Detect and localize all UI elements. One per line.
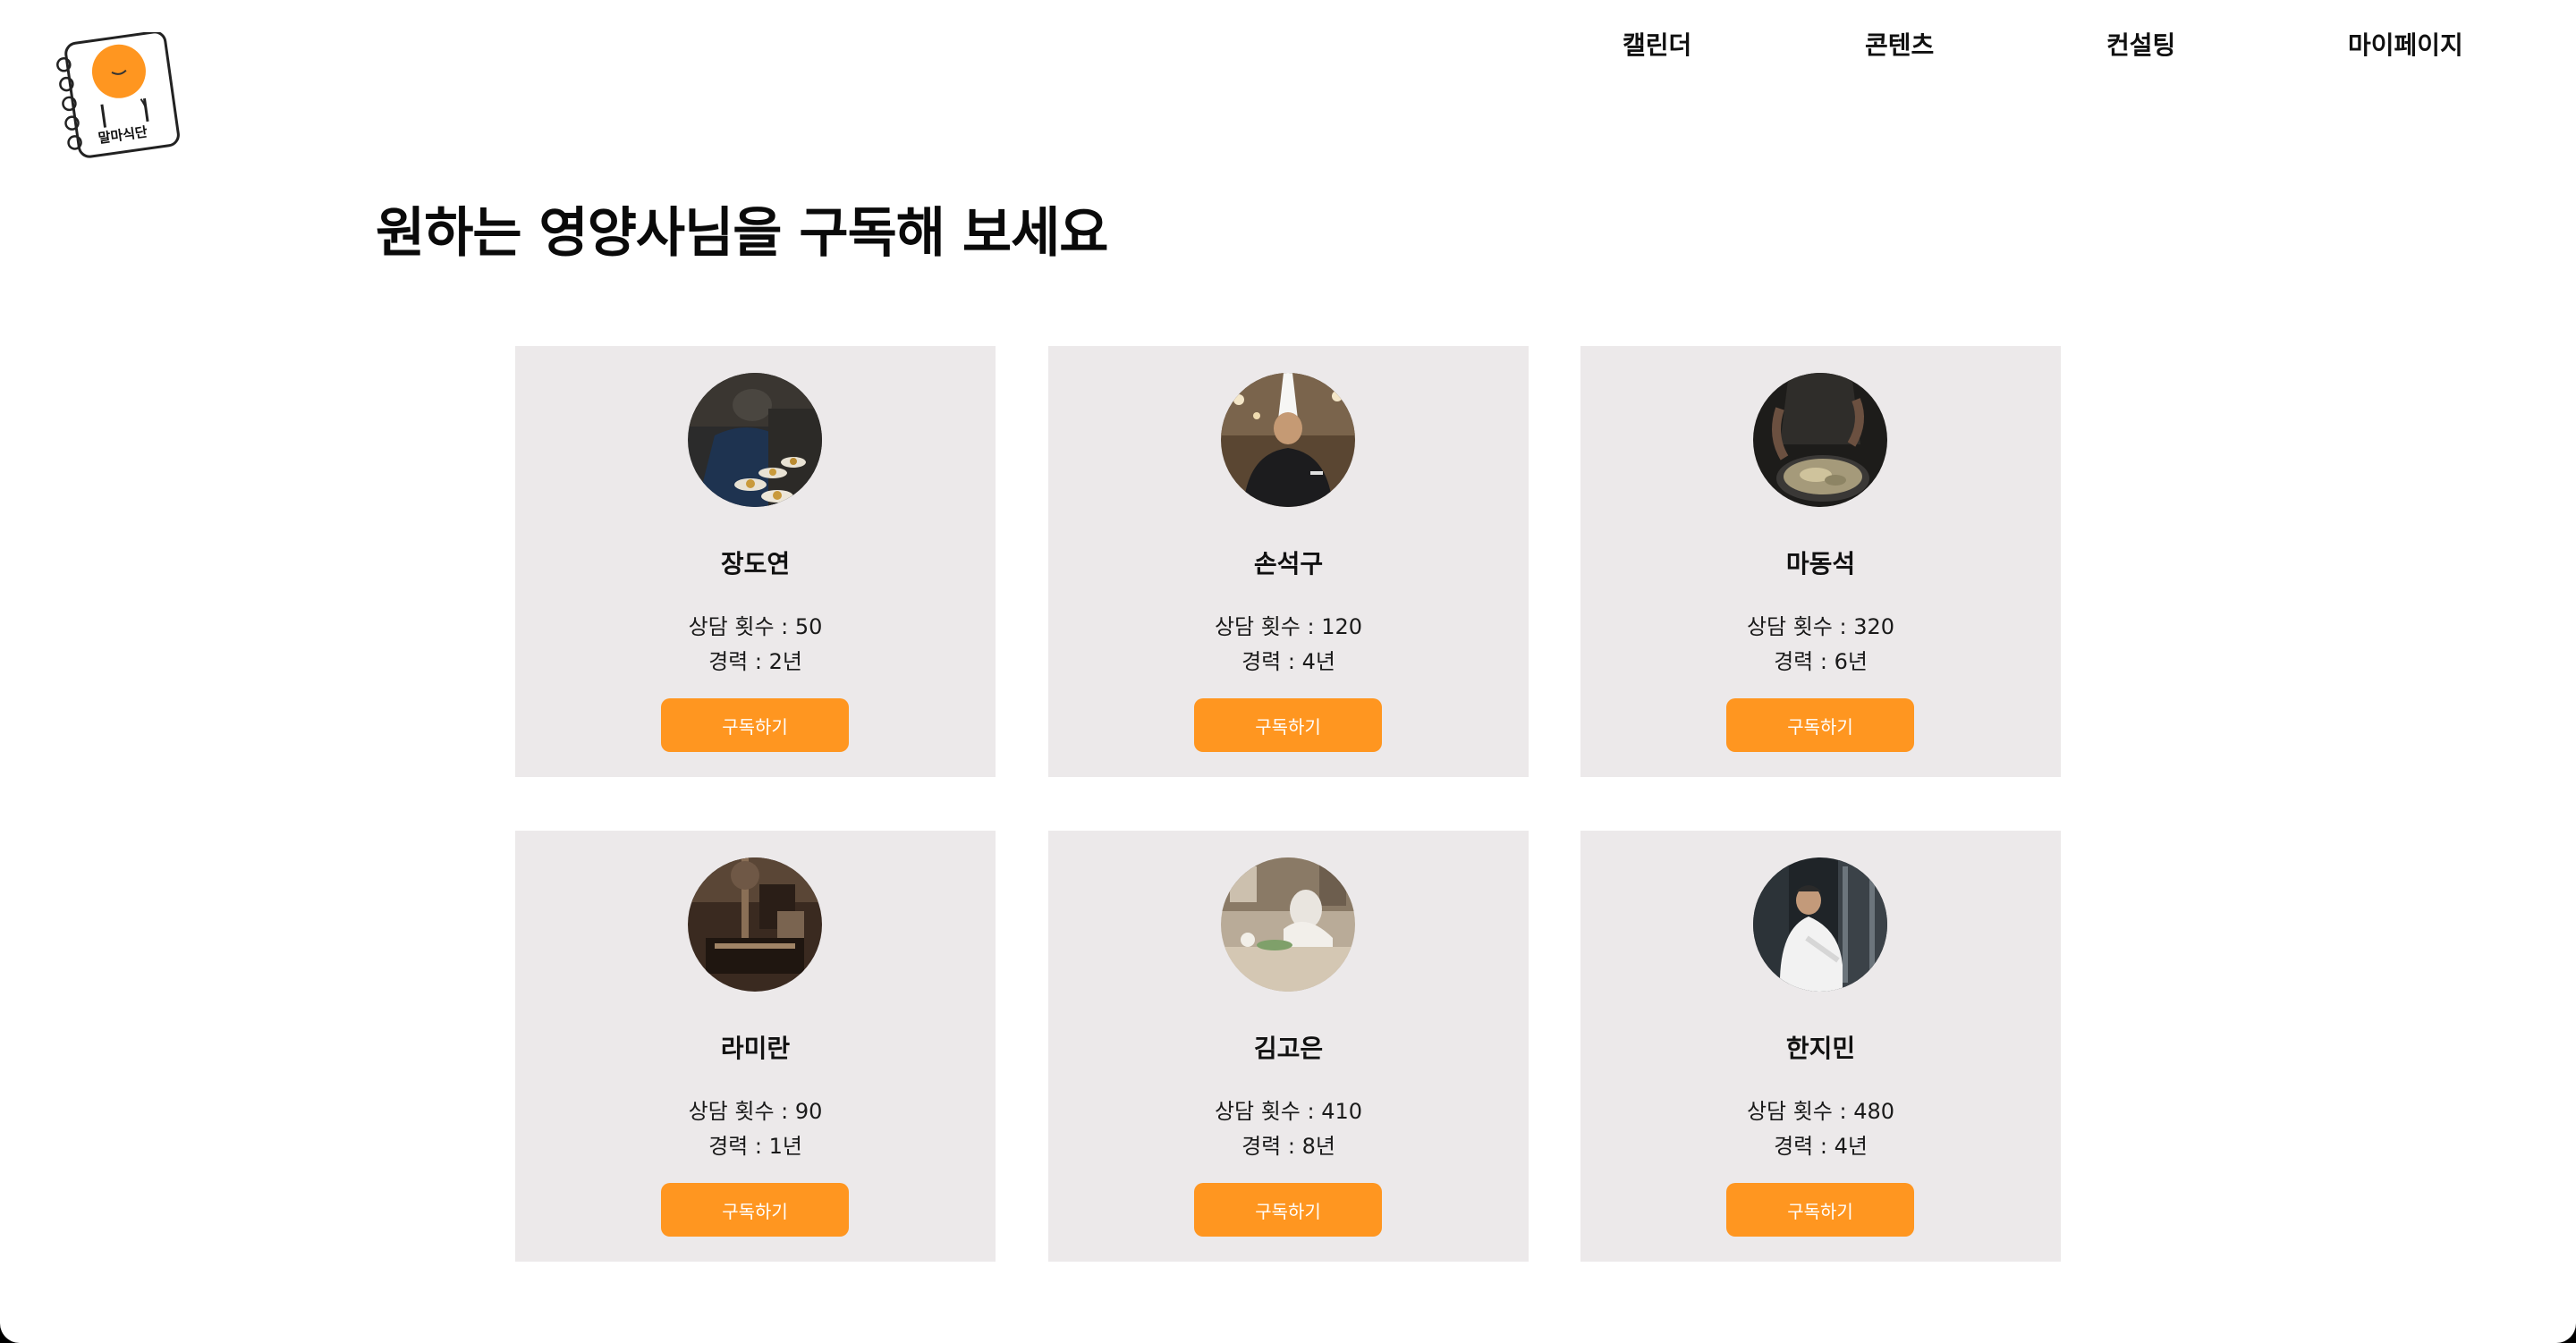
nutritionist-name: 마동석 (1785, 549, 1856, 579)
career-years: 경력 : 4년 (1774, 1134, 1868, 1159)
nutritionist-card: 김고은 상담 횟수 : 410 경력 : 8년 구독하기 (1048, 831, 1529, 1262)
nutritionist-card: 라미란 상담 횟수 : 90 경력 : 1년 구독하기 (515, 831, 996, 1262)
consult-count: 상담 횟수 : 320 (1746, 614, 1895, 639)
nutritionist-card: 마동석 상담 횟수 : 320 경력 : 6년 구독하기 (1580, 346, 2061, 777)
chef-white-coat-photo (1753, 857, 1887, 992)
subscribe-button[interactable]: 구독하기 (1194, 698, 1382, 752)
career-years: 경력 : 8년 (1241, 1134, 1335, 1159)
consult-count: 상담 횟수 : 90 (688, 1099, 823, 1124)
subscribe-button[interactable]: 구독하기 (1726, 1183, 1914, 1237)
nutritionist-name: 장도연 (720, 549, 791, 579)
nutritionist-card: 손석구 상담 횟수 : 120 경력 : 4년 구독하기 (1048, 346, 1529, 777)
chef-cooking-pan-photo (1753, 373, 1887, 507)
page: 말마식단 캘린더 콘텐츠 컨설팅 마이페이지 원하는 영양사님을 구독해 보세요 (0, 0, 2576, 1343)
career-years: 경력 : 4년 (1241, 649, 1335, 674)
subscribe-button[interactable]: 구독하기 (661, 1183, 849, 1237)
nutritionist-name: 김고은 (1253, 1034, 1324, 1063)
nutritionist-name: 한지민 (1785, 1034, 1856, 1063)
nutritionist-name: 라미란 (720, 1034, 791, 1063)
nutritionist-card: 한지민 상담 횟수 : 480 경력 : 4년 구독하기 (1580, 831, 2061, 1262)
nutritionist-name: 손석구 (1253, 549, 1324, 579)
subscribe-button[interactable]: 구독하기 (1726, 698, 1914, 752)
subscribe-button[interactable]: 구독하기 (1194, 1183, 1382, 1237)
subscribe-button[interactable]: 구독하기 (661, 698, 849, 752)
career-years: 경력 : 2년 (708, 649, 802, 674)
kitchen-counter-photo (1221, 857, 1355, 992)
chef-with-tall-hat-photo (1221, 373, 1355, 507)
chef-plating-photo (688, 373, 822, 507)
consult-count: 상담 횟수 : 480 (1746, 1099, 1895, 1124)
kitchen-equipment-photo (688, 857, 822, 992)
consult-count: 상담 횟수 : 120 (1214, 614, 1363, 639)
nutritionist-grid: 장도연 상담 횟수 : 50 경력 : 2년 구독하기 손석구 상담 횟수: … (0, 0, 2576, 1343)
nutritionist-card: 장도연 상담 횟수 : 50 경력 : 2년 구독하기 (515, 346, 996, 777)
career-years: 경력 : 1년 (708, 1134, 802, 1159)
consult-count: 상담 횟수 : 410 (1214, 1099, 1363, 1124)
consult-count: 상담 횟수 : 50 (688, 614, 823, 639)
career-years: 경력 : 6년 (1774, 649, 1868, 674)
